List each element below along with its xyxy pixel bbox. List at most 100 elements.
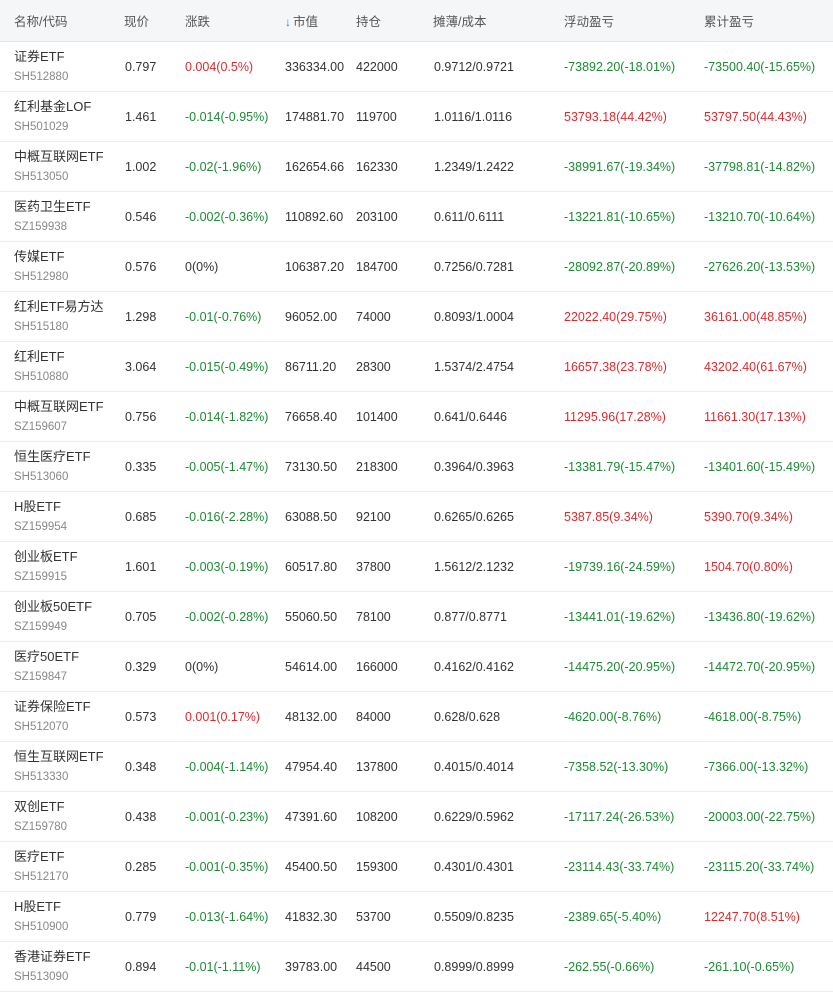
fund-name[interactable]: 香港证券ETF xyxy=(14,947,111,967)
table-row[interactable]: 香港证券ETF SH513090 0.894 -0.01(-1.11%) 39783.0… xyxy=(0,942,833,992)
cost-cell: 0.8999/0.8999 xyxy=(434,959,514,974)
floating-pnl-cell: -14475.20(-20.95%) xyxy=(564,659,676,674)
position-cell: 184700 xyxy=(356,259,398,274)
fund-code: SH513060 xyxy=(14,470,69,483)
table-row[interactable]: 医药卫生ETF SZ159938 0.546 -0.002(-0.36%) 110892… xyxy=(0,192,833,242)
fund-code: SZ159780 xyxy=(14,820,68,833)
market-value-cell: 96052.00 xyxy=(285,309,338,324)
cost-cell: 0.9712/0.9721 xyxy=(434,59,514,74)
fund-name[interactable]: 红利ETF易方达 xyxy=(14,297,111,317)
fund-name-cell: 医疗ETF SH512170 xyxy=(0,847,111,887)
market-value-cell: 86711.20 xyxy=(285,359,337,374)
column-header-name[interactable]: 名称/代码 xyxy=(0,11,111,30)
fund-name[interactable]: 恒生互联网ETF xyxy=(14,747,111,767)
change-cell: 0.004(0.5%) xyxy=(185,59,254,74)
price-cell: 0.756 xyxy=(125,409,157,424)
total-pnl-cell: -4618.00(-8.75%) xyxy=(704,709,802,724)
fund-name[interactable]: 传媒ETF xyxy=(14,247,111,267)
market-value-cell: 106387.20 xyxy=(285,259,345,274)
position-cell: 159300 xyxy=(356,859,398,874)
fund-name[interactable]: H股ETF xyxy=(14,497,111,517)
position-cell: 119700 xyxy=(356,109,397,124)
position-cell: 422000 xyxy=(356,59,398,74)
fund-code: SH513330 xyxy=(14,770,69,783)
cost-cell: 0.8093/1.0004 xyxy=(434,309,514,324)
table-row[interactable]: 创业板50ETF SZ159949 0.705 -0.002(-0.28%) 55060… xyxy=(0,592,833,642)
price-cell: 0.546 xyxy=(125,209,157,224)
fund-name[interactable]: 创业板ETF xyxy=(14,547,111,567)
fund-code: SH512170 xyxy=(14,870,69,883)
table-row[interactable]: 红利ETF易方达 SH515180 1.298 -0.01(-0.76%) 96052.… xyxy=(0,292,833,342)
fund-name[interactable]: 红利ETF xyxy=(14,347,111,367)
cost-cell: 0.4015/0.4014 xyxy=(434,759,514,774)
fund-name[interactable]: 中概互联网ETF xyxy=(14,147,111,167)
column-header-market-value[interactable]: ↓ 市值 xyxy=(271,11,349,30)
table-row[interactable]: 恒生互联网ETF SH513330 0.348 -0.004(-1.14%) 47954… xyxy=(0,742,833,792)
column-header-cost[interactable]: 摊薄/成本 xyxy=(420,11,550,30)
change-cell: -0.016(-2.28%) xyxy=(185,509,269,524)
fund-name[interactable]: 医疗ETF xyxy=(14,847,111,867)
column-header-total-pnl[interactable]: 累计盈亏 xyxy=(690,11,833,30)
table-row[interactable]: 中概互联网ETF SZ159607 0.756 -0.014(-1.82%) 76658… xyxy=(0,392,833,442)
price-cell: 0.797 xyxy=(125,59,157,74)
fund-name-cell: 医药卫生ETF SZ159938 xyxy=(0,197,111,237)
column-header-floating-pnl[interactable]: 浮动盈亏 xyxy=(550,11,690,30)
total-pnl-cell: -27626.20(-13.53%) xyxy=(704,259,816,274)
price-cell: 0.329 xyxy=(125,659,157,674)
table-row[interactable]: 证券ETF SH512880 0.797 0.004(0.5%) 336334.00 42… xyxy=(0,42,833,92)
fund-name[interactable]: 红利基金LOF xyxy=(14,97,111,117)
total-pnl-cell: -7366.00(-13.32%) xyxy=(704,759,809,774)
table-row[interactable]: 证券保险ETF SH512070 0.573 0.001(0.17%) 48132.00… xyxy=(0,692,833,742)
table-row[interactable]: 双创ETF SZ159780 0.438 -0.001(-0.23%) 47391.60… xyxy=(0,792,833,842)
column-header-position[interactable]: 持仓 xyxy=(349,11,420,30)
total-pnl-cell: -261.10(-0.65%) xyxy=(704,959,795,974)
table-header: 名称/代码 现价 涨跌 ↓ 市值 持仓 摊薄/成本 浮动盈亏 累计盈亏 xyxy=(0,0,833,42)
column-header-market-value-label: 市值 xyxy=(293,15,319,29)
fund-name[interactable]: 医疗50ETF xyxy=(14,647,111,667)
fund-name[interactable]: H股ETF xyxy=(14,897,111,917)
table-row[interactable]: 传媒ETF SH512980 0.576 0(0%) 106387.20 184700 0.… xyxy=(0,242,833,292)
cost-cell: 0.628/0.628 xyxy=(434,709,501,724)
total-pnl-cell: -20003.00(-22.75%) xyxy=(704,809,816,824)
fund-name[interactable]: 证券ETF xyxy=(14,47,111,67)
table-body: 证券ETF SH512880 0.797 0.004(0.5%) 336334.00 42… xyxy=(0,42,833,992)
fund-code: SH512980 xyxy=(14,270,69,283)
table-row[interactable]: H股ETF SH510900 0.779 -0.013(-1.64%) 41832.30… xyxy=(0,892,833,942)
table-row[interactable]: 创业板ETF SZ159915 1.601 -0.003(-0.19%) 60517.8… xyxy=(0,542,833,592)
position-cell: 92100 xyxy=(356,509,391,524)
fund-code: SZ159607 xyxy=(14,420,68,433)
floating-pnl-cell: 16657.38(23.78%) xyxy=(564,359,667,374)
fund-code: SH513050 xyxy=(14,170,69,183)
table-row[interactable]: 医疗50ETF SZ159847 0.329 0(0%) 54614.00 166000 0… xyxy=(0,642,833,692)
total-pnl-cell: 43202.40(61.67%) xyxy=(704,359,807,374)
column-header-price[interactable]: 现价 xyxy=(111,11,171,30)
floating-pnl-cell: -262.55(-0.66%) xyxy=(564,959,655,974)
floating-pnl-cell: -17117.24(-26.53%) xyxy=(564,809,675,824)
fund-name-cell: 中概互联网ETF SZ159607 xyxy=(0,397,111,437)
change-cell: -0.005(-1.47%) xyxy=(185,459,269,474)
table-row[interactable]: 恒生医疗ETF SH513060 0.335 -0.005(-1.47%) 73130.… xyxy=(0,442,833,492)
market-value-cell: 336334.00 xyxy=(285,59,345,74)
position-cell: 218300 xyxy=(356,459,398,474)
change-cell: 0(0%) xyxy=(185,259,219,274)
table-row[interactable]: 中概互联网ETF SH513050 1.002 -0.02(-1.96%) 162654… xyxy=(0,142,833,192)
fund-name[interactable]: 恒生医疗ETF xyxy=(14,447,111,467)
fund-code: SZ159949 xyxy=(14,620,68,633)
fund-name[interactable]: 证券保险ETF xyxy=(14,697,111,717)
fund-name[interactable]: 医药卫生ETF xyxy=(14,197,111,217)
position-cell: 108200 xyxy=(356,809,398,824)
cost-cell: 0.5509/0.8235 xyxy=(434,909,514,924)
market-value-cell: 55060.50 xyxy=(285,609,338,624)
table-row[interactable]: 红利ETF SH510880 3.064 -0.015(-0.49%) 86711.20… xyxy=(0,342,833,392)
fund-name[interactable]: 创业板50ETF xyxy=(14,597,111,617)
fund-code: SH513090 xyxy=(14,970,69,983)
market-value-cell: 73130.50 xyxy=(285,459,338,474)
fund-name[interactable]: 中概互联网ETF xyxy=(14,397,111,417)
market-value-cell: 48132.00 xyxy=(285,709,338,724)
market-value-cell: 47391.60 xyxy=(285,809,338,824)
table-row[interactable]: H股ETF SZ159954 0.685 -0.016(-2.28%) 63088.50… xyxy=(0,492,833,542)
column-header-change[interactable]: 涨跌 xyxy=(171,11,271,30)
table-row[interactable]: 医疗ETF SH512170 0.285 -0.001(-0.35%) 45400.50… xyxy=(0,842,833,892)
fund-name[interactable]: 双创ETF xyxy=(14,797,111,817)
table-row[interactable]: 红利基金LOF SH501029 1.461 -0.014(-0.95%) 174881… xyxy=(0,92,833,142)
